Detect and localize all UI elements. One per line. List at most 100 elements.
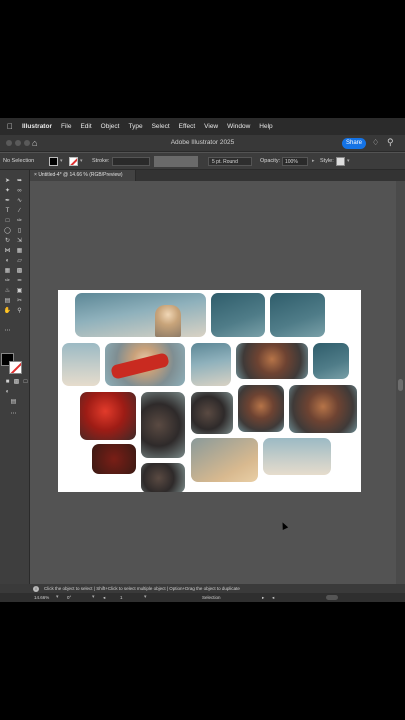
- app-bar: ⌂ Adobe Illustrator 2025 Share ♢ ⚲: [0, 135, 405, 152]
- image-tile[interactable]: [238, 385, 284, 432]
- draw-mode-icon[interactable]: ◐: [3, 388, 12, 396]
- menu-app[interactable]: Illustrator: [22, 123, 52, 130]
- menu-edit[interactable]: Edit: [80, 123, 91, 130]
- info-icon: i: [33, 586, 39, 592]
- stroke-swatch[interactable]: [69, 157, 78, 166]
- gradient-tool-icon[interactable]: ▩: [15, 267, 24, 275]
- graphic-style-swatch[interactable]: [336, 157, 345, 166]
- symbol-sprayer-tool-icon[interactable]: ♨: [3, 287, 12, 295]
- tab-document[interactable]: × Untitled-4* @ 14.66 % (RGB/Preview): [30, 170, 136, 181]
- opacity-label: Opacity:: [260, 158, 281, 164]
- column-graph-tool-icon[interactable]: ▣: [15, 287, 24, 295]
- hint-bar: i Click the object to select | Shift+Cli…: [0, 584, 405, 593]
- menu-view[interactable]: View: [204, 123, 218, 130]
- image-tile[interactable]: [92, 444, 136, 474]
- line-tool-icon[interactable]: ∕: [15, 207, 24, 215]
- blend-tool-icon[interactable]: ≃: [15, 277, 24, 285]
- image-tile[interactable]: [270, 293, 325, 337]
- rotate-tool-icon[interactable]: ↻: [3, 237, 12, 245]
- image-tile[interactable]: [191, 343, 231, 386]
- artboard[interactable]: [58, 290, 361, 492]
- magic-wand-tool-icon[interactable]: ✦: [3, 187, 12, 195]
- bell-icon[interactable]: ♢: [372, 138, 379, 147]
- chevron-down-icon[interactable]: ▾: [144, 593, 147, 602]
- menu-bar:  Illustrator File Edit Object Type Sele…: [0, 118, 405, 135]
- width-tool-icon[interactable]: ⋈: [3, 247, 12, 255]
- first-artboard-icon[interactable]: ◂: [103, 593, 105, 602]
- mesh-tool-icon[interactable]: ▦: [3, 267, 12, 275]
- stroke-color-box[interactable]: [9, 361, 22, 374]
- menu-effect[interactable]: Effect: [179, 123, 196, 130]
- image-tile[interactable]: [236, 343, 308, 379]
- image-tile[interactable]: [191, 438, 258, 482]
- chevron-right-icon[interactable]: ◂: [272, 593, 274, 602]
- more-tools-icon[interactable]: ⋯: [9, 410, 18, 418]
- type-tool-icon[interactable]: T: [3, 207, 12, 215]
- image-tile[interactable]: [80, 392, 136, 440]
- image-tile[interactable]: [75, 293, 206, 337]
- image-tile[interactable]: [289, 385, 357, 433]
- image-tile[interactable]: [263, 438, 331, 475]
- chevron-down-icon[interactable]: ▾: [56, 593, 59, 602]
- rectangle-tool-icon[interactable]: □: [3, 217, 12, 225]
- image-tile[interactable]: [141, 392, 185, 458]
- menu-type[interactable]: Type: [128, 123, 142, 130]
- brush-definition-select[interactable]: 5 pt. Round: [208, 157, 252, 166]
- chevron-down-icon[interactable]: ▾: [60, 158, 63, 164]
- none-mode-icon[interactable]: □: [21, 378, 30, 386]
- menu-object[interactable]: Object: [101, 123, 120, 130]
- variable-width-profile[interactable]: [154, 156, 198, 167]
- scrollbar-thumb[interactable]: [398, 379, 403, 391]
- apple-icon[interactable]: : [4, 122, 16, 131]
- control-bar: No Selection ▾ ▾ Stroke: 5 pt. Round Opa…: [0, 153, 405, 170]
- paintbrush-tool-icon[interactable]: ✑: [15, 217, 24, 225]
- zoom-tool-icon[interactable]: ⚲: [15, 307, 24, 315]
- chevron-down-icon[interactable]: ▾: [347, 158, 350, 164]
- image-tile[interactable]: [313, 343, 349, 379]
- menu-file[interactable]: File: [61, 123, 71, 130]
- shape-builder-tool-icon[interactable]: ◐: [3, 257, 12, 265]
- image-tile[interactable]: [105, 343, 185, 386]
- horizontal-scroll-thumb[interactable]: [326, 595, 338, 600]
- artboard-tool-icon[interactable]: ▤: [3, 297, 12, 305]
- eraser-tool-icon[interactable]: ▯: [15, 227, 24, 235]
- image-tile[interactable]: [191, 392, 233, 434]
- menu-window[interactable]: Window: [227, 123, 250, 130]
- selection-tool-icon[interactable]: ➤: [3, 177, 12, 185]
- chevron-right-icon[interactable]: ▸: [262, 593, 264, 602]
- lasso-tool-icon[interactable]: ∞: [15, 187, 24, 195]
- color-mode-icon[interactable]: ■: [3, 378, 12, 386]
- scale-tool-icon[interactable]: ⇲: [15, 237, 24, 245]
- menu-select[interactable]: Select: [152, 123, 170, 130]
- edit-toolbar-icon[interactable]: ⋯: [3, 327, 12, 335]
- chevron-down-icon[interactable]: ▾: [92, 593, 95, 602]
- stroke-weight-field[interactable]: [112, 157, 150, 166]
- artboard-number[interactable]: 1: [120, 593, 123, 602]
- perspective-grid-tool-icon[interactable]: ▱: [15, 257, 24, 265]
- vertical-scrollbar[interactable]: [396, 181, 405, 584]
- gradient-mode-icon[interactable]: ▩: [12, 378, 21, 386]
- zoom-level[interactable]: 14.66%: [34, 593, 49, 602]
- direct-selection-tool-icon[interactable]: ➥: [15, 177, 24, 185]
- menu-help[interactable]: Help: [259, 123, 272, 130]
- shaper-tool-icon[interactable]: ◯: [3, 227, 12, 235]
- free-transform-tool-icon[interactable]: ▦: [15, 247, 24, 255]
- curvature-tool-icon[interactable]: ∿: [15, 197, 24, 205]
- share-button[interactable]: Share: [342, 138, 366, 149]
- image-tile[interactable]: [141, 463, 185, 492]
- chevron-right-icon[interactable]: ▸: [312, 158, 315, 164]
- hand-tool-icon[interactable]: ✋: [3, 307, 12, 315]
- opacity-field[interactable]: 100%: [282, 157, 308, 166]
- pen-tool-icon[interactable]: ✒: [3, 197, 12, 205]
- fill-swatch[interactable]: [49, 157, 58, 166]
- search-icon[interactable]: ⚲: [387, 137, 394, 148]
- canvas[interactable]: [30, 181, 396, 584]
- rotation-value[interactable]: 0°: [67, 593, 71, 602]
- chevron-down-icon[interactable]: ▾: [80, 158, 83, 164]
- screen-mode-icon[interactable]: ▤: [9, 398, 18, 406]
- selection-status: No Selection: [3, 158, 35, 164]
- slice-tool-icon[interactable]: ✂: [15, 297, 24, 305]
- image-tile[interactable]: [211, 293, 265, 337]
- eyedropper-tool-icon[interactable]: ✑: [3, 277, 12, 285]
- image-tile[interactable]: [62, 343, 100, 386]
